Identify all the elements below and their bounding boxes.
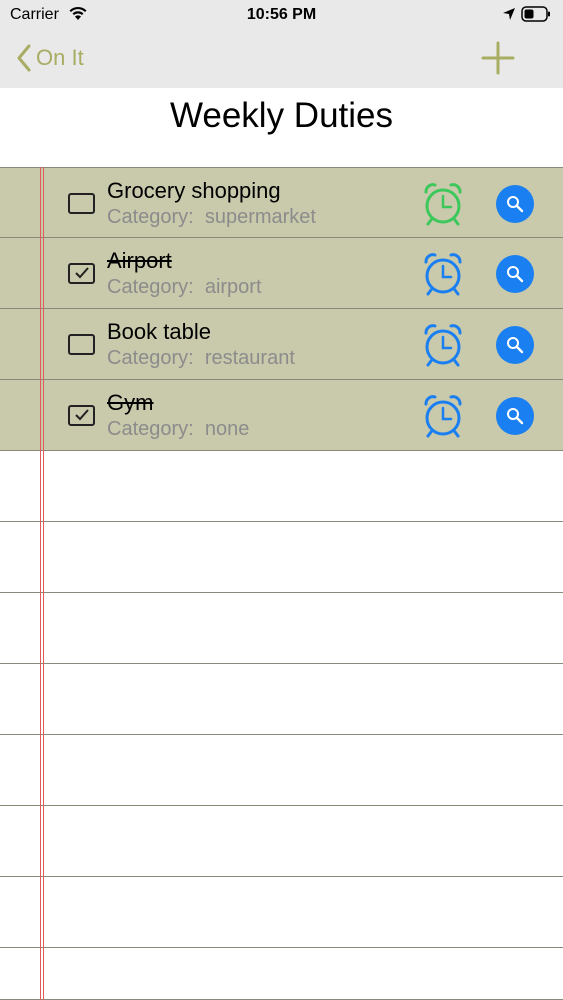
plus-icon (481, 41, 515, 75)
back-button-label: On It (36, 45, 84, 70)
alarm-button[interactable] (422, 394, 464, 438)
alarm-button[interactable] (422, 182, 464, 226)
alarm-button[interactable] (422, 323, 464, 367)
task-title: Gym (107, 390, 154, 415)
empty-row (0, 451, 563, 522)
search-button[interactable] (496, 326, 534, 364)
task-checkbox-unchecked[interactable] (68, 193, 95, 214)
location-arrow-icon (502, 7, 516, 26)
magnifier-icon (507, 266, 524, 283)
empty-row (0, 664, 563, 735)
magnifier-icon (507, 337, 524, 354)
add-task-button[interactable] (480, 40, 516, 76)
checkmark-icon (75, 409, 89, 421)
empty-row (0, 735, 563, 806)
battery-icon (521, 6, 551, 27)
alarm-clock-icon (424, 183, 462, 226)
magnifier-icon (507, 196, 524, 213)
empty-row (0, 948, 563, 1000)
task-row-book-table[interactable]: Book table Category: restaurant (0, 309, 563, 380)
task-title: Book table (107, 319, 211, 344)
empty-row (0, 806, 563, 877)
search-button[interactable] (496, 255, 534, 293)
alarm-button[interactable] (422, 252, 464, 296)
checkmark-icon (75, 267, 89, 279)
search-button[interactable] (496, 397, 534, 435)
notebook-margin-line (43, 167, 44, 1000)
empty-row (0, 877, 563, 948)
task-checkbox-checked[interactable] (68, 263, 95, 284)
alarm-clock-icon (424, 395, 462, 438)
empty-row (0, 593, 563, 664)
task-checkbox-checked[interactable] (68, 405, 95, 426)
task-category: Category: airport (107, 276, 262, 298)
task-row-airport[interactable]: Airport Category: airport (0, 238, 563, 309)
task-category: Category: supermarket (107, 206, 316, 228)
status-time: 10:56 PM (246, 6, 317, 23)
task-checkbox-unchecked[interactable] (68, 334, 95, 355)
navigation-bar: On It (0, 30, 563, 88)
search-button[interactable] (496, 185, 534, 223)
empty-row (0, 522, 563, 593)
page-title: Weekly Duties (169, 96, 394, 135)
task-row-gym[interactable]: Gym Category: none (0, 380, 563, 451)
alarm-clock-icon (424, 253, 462, 296)
task-title: Airport (107, 248, 172, 273)
task-category: Category: restaurant (107, 347, 295, 369)
alarm-clock-icon (424, 324, 462, 367)
magnifier-icon (507, 408, 524, 425)
status-bar: Carrier 10:56 PM (0, 0, 563, 30)
task-category: Category: none (107, 418, 250, 440)
app-screen: Carrier 10:56 PM On It Weekly Duties Gro… (0, 0, 563, 1000)
notebook-margin-line (40, 167, 41, 1000)
task-row-grocery[interactable]: Grocery shopping Category: supermarket (0, 167, 563, 238)
task-title: Grocery shopping (107, 178, 281, 203)
chevron-left-icon (17, 44, 31, 72)
back-button[interactable]: On It (16, 42, 84, 74)
